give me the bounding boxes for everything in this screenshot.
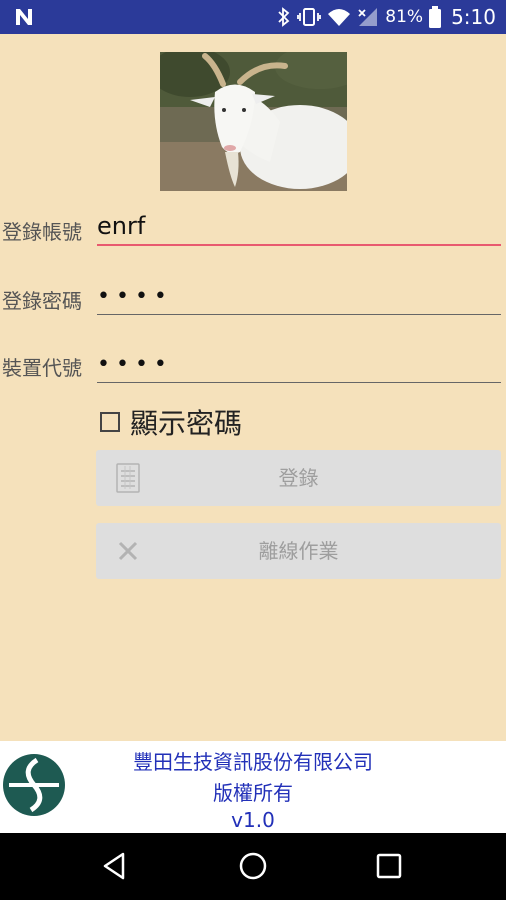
- navigation-bar: [0, 833, 506, 900]
- version-text: v1.0: [231, 808, 275, 832]
- status-icons: 81% 5:10: [277, 0, 496, 34]
- offline-work-button-label: 離線作業: [258, 539, 339, 563]
- goat-photo: [160, 52, 347, 191]
- back-icon[interactable]: [101, 851, 127, 881]
- device-code-input[interactable]: [97, 346, 501, 383]
- recent-apps-icon[interactable]: [376, 851, 402, 881]
- signal-icon: [358, 8, 378, 26]
- show-password-row[interactable]: 顯示密碼: [100, 402, 242, 442]
- footer: 豐田生技資訊股份有限公司 版權所有 v1.0: [0, 741, 506, 833]
- device-code-label: 裝置代號: [2, 356, 82, 380]
- password-label: 登錄密碼: [2, 289, 82, 313]
- clock: 5:10: [451, 5, 496, 29]
- account-input[interactable]: [97, 208, 501, 246]
- n-notification-icon: [16, 9, 32, 25]
- goat-image: [160, 52, 347, 191]
- password-input[interactable]: [97, 278, 501, 315]
- battery-icon: [429, 6, 442, 28]
- offline-work-button[interactable]: 離線作業: [96, 523, 501, 579]
- vibrate-icon: [297, 8, 322, 26]
- bluetooth-icon: [278, 7, 290, 27]
- company-name: 豐田生技資訊股份有限公司: [133, 750, 373, 774]
- copyright-text: 版權所有: [213, 781, 293, 805]
- show-password-checkbox[interactable]: [100, 412, 120, 432]
- status-bar: 81% 5:10: [0, 0, 506, 34]
- show-password-label: 顯示密碼: [130, 407, 243, 440]
- battery-percent: 81%: [385, 7, 424, 27]
- login-button-label: 登錄: [278, 466, 319, 490]
- account-label: 登錄帳號: [2, 220, 82, 244]
- login-button[interactable]: 登錄: [96, 450, 501, 506]
- home-icon[interactable]: [238, 851, 268, 881]
- wifi-icon: [328, 9, 351, 26]
